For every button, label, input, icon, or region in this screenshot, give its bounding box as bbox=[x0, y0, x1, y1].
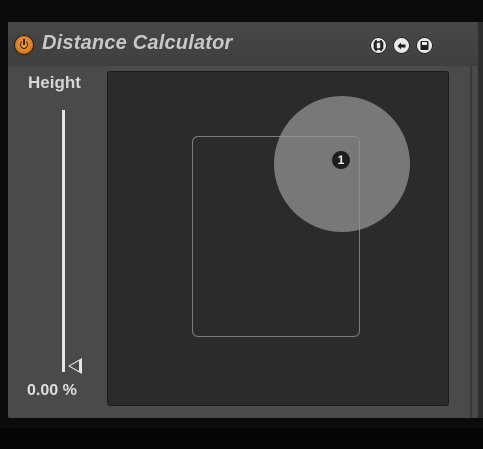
source-marker[interactable]: 1 bbox=[332, 151, 350, 169]
bottom-bar bbox=[0, 428, 483, 449]
height-value[interactable]: 0.00 % bbox=[27, 382, 77, 400]
device-title-bar[interactable]: Distance Calculator bbox=[8, 22, 478, 66]
xy-pad[interactable]: 1 bbox=[107, 71, 449, 406]
adjacent-device-edge bbox=[478, 22, 483, 418]
power-icon[interactable] bbox=[15, 36, 33, 54]
distance-calculator-device: Distance Calculator Height 0.00 % 1 bbox=[8, 22, 478, 418]
panel-divider bbox=[470, 66, 472, 418]
height-label: Height bbox=[28, 73, 81, 92]
save-icon[interactable] bbox=[416, 37, 433, 54]
sync-icon[interactable] bbox=[393, 37, 410, 54]
height-slider-thumb[interactable] bbox=[68, 358, 82, 374]
top-bar bbox=[0, 0, 483, 22]
map-icon[interactable] bbox=[370, 37, 387, 54]
device-title: Distance Calculator bbox=[42, 32, 233, 54]
height-slider-track[interactable] bbox=[62, 110, 65, 372]
